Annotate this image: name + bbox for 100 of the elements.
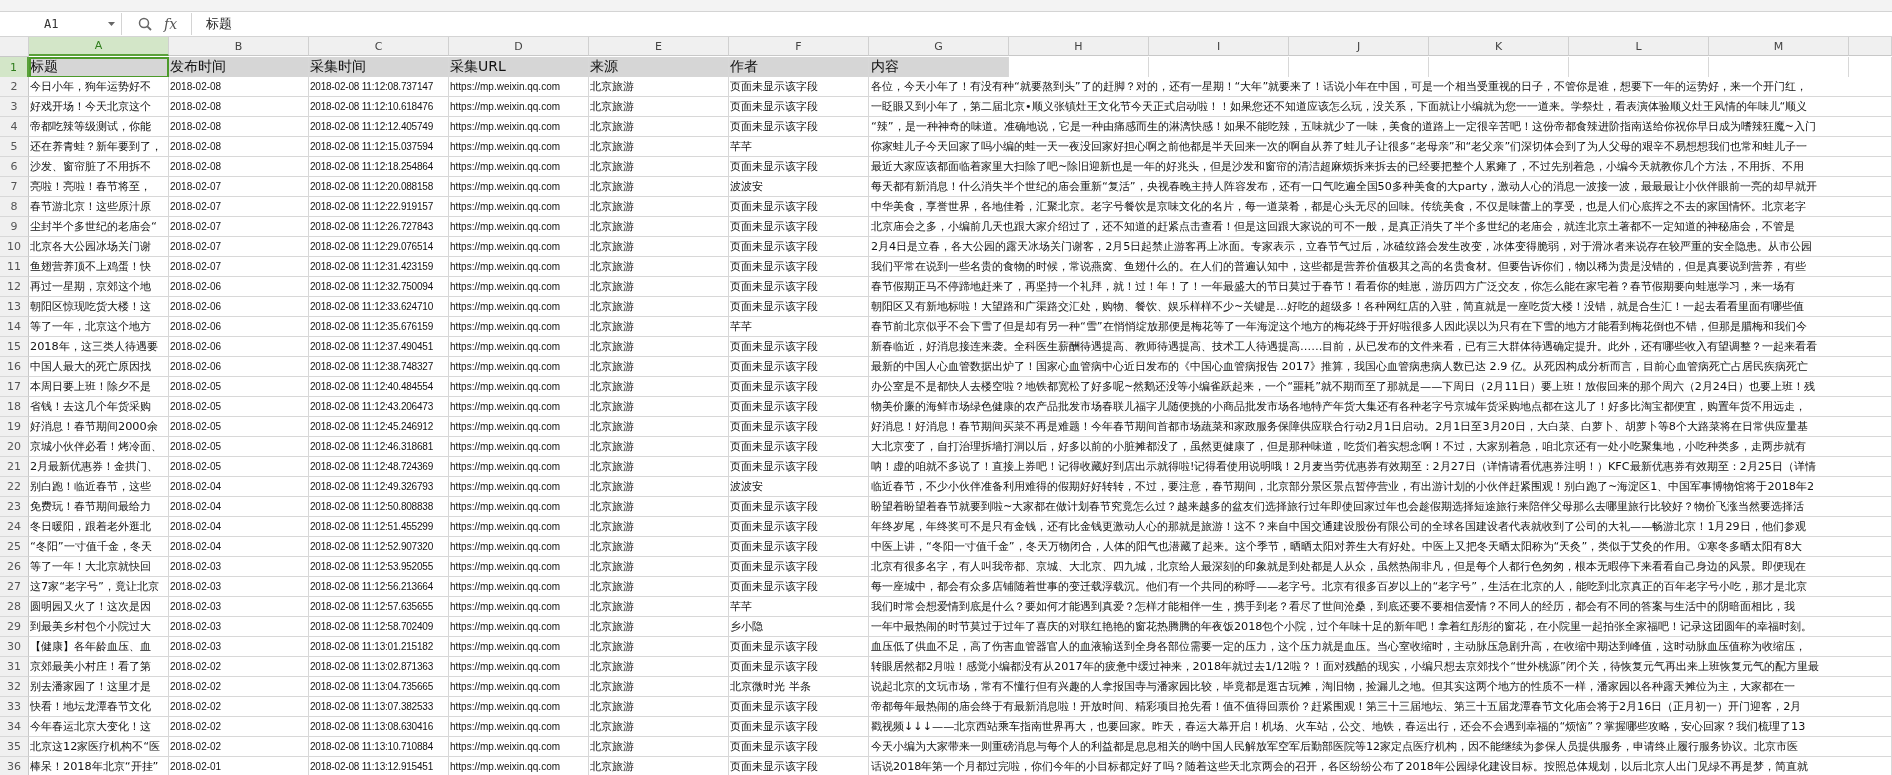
row-header[interactable]: 12 (0, 277, 29, 297)
row-header[interactable]: 7 (0, 177, 29, 197)
column-header[interactable]: H (1009, 37, 1149, 56)
column-header[interactable]: K (1429, 37, 1569, 56)
row-header[interactable]: 19 (0, 417, 29, 437)
column-header[interactable]: A (29, 37, 169, 56)
date-cell: 2018-02-03 (169, 637, 309, 657)
date-cell: 2018-02-07 (169, 257, 309, 277)
content-cell: 一眨眼又到小年了，第二届北京•顺义张镇灶王文化节今天正式启动啦！！如果您还不知道应该怎么玩，没关系，下面就让小编就为您一一道来。学祭灶，看表演体验顺义灶王风情的年味儿“顺义 (869, 97, 1892, 117)
row-header[interactable]: 20 (0, 437, 29, 457)
content-cell: 大北京变了，自打治理拆墙打洞以后，好多以前的小脏摊都没了，虽然更健康了，但是那种味道，吃货们着实想念啊！不过，大家别着急，咱北京还有一处小吃聚集地，小吃种类多，走两步就有 (869, 437, 1892, 457)
row-header[interactable]: 32 (0, 677, 29, 697)
source-cell: 北京旅游 (589, 257, 729, 277)
column-header[interactable]: C (309, 37, 449, 56)
row-header[interactable]: 6 (0, 157, 29, 177)
row-header[interactable]: 28 (0, 597, 29, 617)
row-header[interactable]: 23 (0, 497, 29, 517)
column-header[interactable]: G (869, 37, 1009, 56)
author-cell: 页面未显示该字段 (729, 297, 869, 317)
header-cell: 内容 (869, 57, 1009, 78)
column-header[interactable]: J (1289, 37, 1429, 56)
author-cell: 页面未显示该字段 (729, 377, 869, 397)
date-cell: 2018-02-02 (169, 737, 309, 757)
row-header[interactable]: 8 (0, 197, 29, 217)
row-header[interactable]: 5 (0, 137, 29, 157)
source-cell: 北京旅游 (589, 657, 729, 677)
search-icon[interactable] (138, 17, 152, 31)
row-header[interactable]: 4 (0, 117, 29, 137)
formula-field[interactable]: 标题 (191, 13, 1892, 35)
content-cell: 呐！虚的咱就不多说了！直接上券吧！记得收藏好到店出示就得啦!记得看使用说明哦！2月麦当劳优惠券有效期至：2月27日（详情请看优惠券注明！）KFC最新优惠券有效期至：2月25日（详情 (869, 457, 1892, 477)
cell-reference-field[interactable]: A1 (0, 13, 122, 35)
content-cell: 好消息！好消息！春节期间买菜不再是难题！今年春节期间首都市场蔬菜和家政服务保障供应联合行动2月1日启动。2月1日至3月20日，大白菜、白萝卜、胡萝卜等8个大路菜将在日常供应量基 (869, 417, 1892, 437)
timestamp-cell: 2018-02-08 11:13:07.382533 (309, 697, 449, 717)
row-header[interactable]: 35 (0, 737, 29, 757)
column-header[interactable]: B (169, 37, 309, 56)
title-cell: “冬阳”一寸值千金，冬天 (29, 537, 169, 557)
row-header[interactable]: 29 (0, 617, 29, 637)
row-header[interactable]: 36 (0, 757, 29, 775)
timestamp-cell: 2018-02-08 11:12:22.919157 (309, 197, 449, 217)
title-cell: 春节游北京！这些原汁原 (29, 197, 169, 217)
title-cell: 中国人最大的死亡原因找 (29, 357, 169, 377)
row-header[interactable]: 2 (0, 77, 29, 97)
title-cell: 沙发、窗帘脏了不用拆不 (29, 157, 169, 177)
row-header[interactable]: 24 (0, 517, 29, 537)
column-header[interactable]: F (729, 37, 869, 56)
row-header[interactable]: 21 (0, 457, 29, 477)
author-cell: 页面未显示该字段 (729, 337, 869, 357)
content-cell: 物美价廉的海鲜市场绿色健康的农产品批发市场春联儿福字儿随便挑的小商品批发市场各地特产年货大集还有各种老字号京城年货采购地点都在这儿了！好多比淘宝都便宜，购置年货不用远走， (869, 397, 1892, 417)
date-cell: 2018-02-06 (169, 357, 309, 377)
title-cell: 【健康】各年龄血压、血 (29, 637, 169, 657)
row-header[interactable]: 25 (0, 537, 29, 557)
source-cell: 北京旅游 (589, 637, 729, 657)
url-cell: https://mp.weixin.qq.com (449, 197, 589, 217)
row-header[interactable]: 22 (0, 477, 29, 497)
row-header[interactable]: 26 (0, 557, 29, 577)
column-header[interactable]: E (589, 37, 729, 56)
row-header[interactable]: 11 (0, 257, 29, 277)
title-cell: 等了一年，北京这个地方 (29, 317, 169, 337)
timestamp-cell: 2018-02-08 11:12:40.484554 (309, 377, 449, 397)
row-header[interactable]: 13 (0, 297, 29, 317)
author-cell: 芊芊 (729, 597, 869, 617)
author-cell: 页面未显示该字段 (729, 237, 869, 257)
title-cell: 再过一星期，京郊这个地 (29, 277, 169, 297)
row-header[interactable]: 3 (0, 97, 29, 117)
column-header[interactable]: L (1569, 37, 1709, 56)
row-header[interactable]: 34 (0, 717, 29, 737)
url-cell: https://mp.weixin.qq.com (449, 177, 589, 197)
row-header[interactable]: 31 (0, 657, 29, 677)
date-cell: 2018-02-05 (169, 417, 309, 437)
row-header[interactable]: 10 (0, 237, 29, 257)
timestamp-cell: 2018-02-08 11:12:26.727843 (309, 217, 449, 237)
source-cell: 北京旅游 (589, 477, 729, 497)
row-header[interactable]: 9 (0, 217, 29, 237)
column-header[interactable]: M (1709, 37, 1849, 56)
timestamp-cell: 2018-02-08 11:13:04.735665 (309, 677, 449, 697)
column-header[interactable]: D (449, 37, 589, 56)
url-cell: https://mp.weixin.qq.com (449, 737, 589, 757)
row-header[interactable]: 33 (0, 697, 29, 717)
url-cell: https://mp.weixin.qq.com (449, 617, 589, 637)
select-all-corner[interactable] (0, 37, 29, 57)
author-cell: 页面未显示该字段 (729, 277, 869, 297)
date-cell: 2018-02-06 (169, 317, 309, 337)
row-header[interactable]: 17 (0, 377, 29, 397)
row-header[interactable]: 18 (0, 397, 29, 417)
row-header[interactable]: 15 (0, 337, 29, 357)
row-header[interactable]: 1 (0, 57, 29, 78)
column-header[interactable]: I (1149, 37, 1289, 56)
author-cell: 北京微时光 半条 (729, 677, 869, 697)
timestamp-cell: 2018-02-08 11:12:50.808838 (309, 497, 449, 517)
date-cell: 2018-02-08 (169, 137, 309, 157)
row-header[interactable]: 14 (0, 317, 29, 337)
url-cell: https://mp.weixin.qq.com (449, 257, 589, 277)
row-header[interactable]: 27 (0, 577, 29, 597)
row-header[interactable]: 16 (0, 357, 29, 377)
date-cell: 2018-02-05 (169, 397, 309, 417)
title-cell: 好戏开场！今天北京这个 (29, 97, 169, 117)
column-header[interactable] (1849, 37, 1892, 56)
row-header[interactable]: 30 (0, 637, 29, 657)
date-cell: 2018-02-03 (169, 557, 309, 577)
function-button[interactable]: fx (164, 16, 178, 32)
